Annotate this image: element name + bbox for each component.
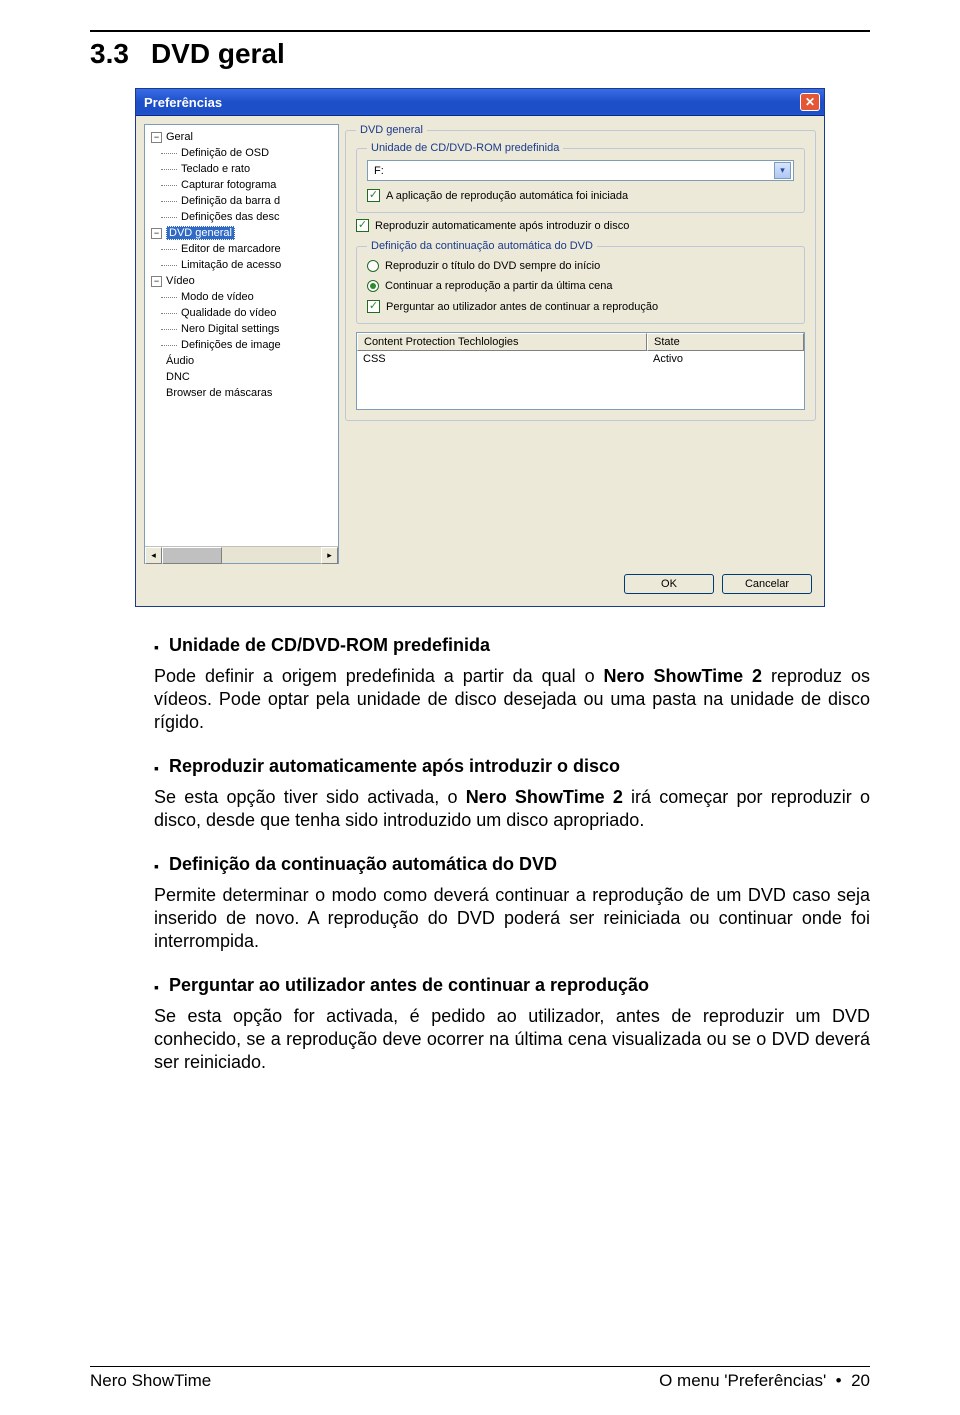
close-button[interactable]: ✕ [800,93,820,111]
drive-value: F: [374,165,384,177]
horizontal-scrollbar[interactable]: ◂ ▸ [145,546,338,563]
scroll-left-button[interactable]: ◂ [145,547,162,564]
group-default-drive: Unidade de CD/DVD-ROM predefinida F: ▾ ✓… [356,142,805,213]
tree-node-masks[interactable]: Browser de máscaras [147,385,336,401]
item-text: Se esta opção tiver sido activada, o Ner… [154,786,870,832]
cancel-button[interactable]: Cancelar [722,574,812,594]
tree-child[interactable]: Nero Digital settings [147,321,336,337]
checkbox-autoplay-app[interactable]: ✓ [367,189,380,202]
radio-from-start[interactable] [367,260,379,272]
group-legend: Definição da continuação automática do D… [367,240,597,252]
ok-button[interactable]: OK [624,574,714,594]
tree-child[interactable]: Definição de OSD [147,145,336,161]
item-text: Se esta opção for activada, é pedido ao … [154,1005,870,1074]
doc-item: ▪ Reproduzir automaticamente após introdu… [154,756,870,832]
table-row [357,367,804,409]
footer-right: O menu 'Preferências' • 20 [659,1371,870,1391]
checkbox-label: A aplicação de reprodução automática foi… [386,190,628,202]
bullet-icon: ▪ [154,756,159,780]
dialog-title: Preferências [144,95,222,110]
group-legend: DVD general [356,124,427,136]
table-cell: CSS [357,351,647,367]
page-footer: Nero ShowTime O menu 'Preferências' • 20 [90,1366,870,1391]
tree-child[interactable]: Qualidade do vídeo [147,305,336,321]
preferences-dialog: Preferências ✕ −Geral Definição de OSD T… [135,88,825,607]
table-row[interactable]: CSS Activo [357,351,804,367]
bullet-icon: ▪ [154,975,159,999]
table-header[interactable]: Content Protection Techlologies [357,333,647,351]
chevron-down-icon[interactable]: ▾ [774,162,791,179]
item-title: Definição da continuação automática do D… [169,854,557,875]
tree[interactable]: −Geral Definição de OSD Teclado e rato C… [145,125,338,546]
tree-node-audio[interactable]: Áudio [147,353,336,369]
tree-child[interactable]: Capturar fotograma [147,177,336,193]
tree-child[interactable]: Limitação de acesso [147,257,336,273]
tree-node-dvd-general[interactable]: −DVD general [147,225,336,241]
doc-item: ▪ Unidade de CD/DVD-ROM predefinida Pode … [154,635,870,734]
scroll-right-button[interactable]: ▸ [321,547,338,564]
collapse-icon[interactable]: − [151,132,162,143]
item-title: Perguntar ao utilizador antes de continu… [169,975,649,996]
collapse-icon[interactable]: − [151,228,162,239]
checkbox-autoplay-insert[interactable]: ✓ [356,219,369,232]
collapse-icon[interactable]: − [151,276,162,287]
section-heading: 3.3 DVD geral [90,38,870,70]
group-resume: Definição da continuação automática do D… [356,240,805,324]
tree-node-geral[interactable]: −Geral [147,129,336,145]
doc-item: ▪ Definição da continuação automática do … [154,854,870,953]
protection-table: Content Protection Techlologies State CS… [356,332,805,410]
tree-child[interactable]: Editor de marcadore [147,241,336,257]
group-legend: Unidade de CD/DVD-ROM predefinida [367,142,563,154]
tree-child[interactable]: Teclado e rato [147,161,336,177]
radio-label: Reproduzir o título do DVD sempre do iní… [385,260,600,272]
radio-label: Continuar a reprodução a partir da últim… [385,280,612,292]
footer-left: Nero ShowTime [90,1371,211,1391]
item-title: Reproduzir automaticamente após introduz… [169,756,620,777]
checkbox-label: Reproduzir automaticamente após introduz… [375,220,629,232]
tree-child[interactable]: Definições das desc [147,209,336,225]
checkbox-label: Perguntar ao utilizador antes de continu… [386,301,658,313]
table-header[interactable]: State [647,333,804,351]
drive-select[interactable]: F: ▾ [367,160,794,181]
tree-child[interactable]: Definição da barra d [147,193,336,209]
bullet-icon: ▪ [154,854,159,878]
tree-node-dnc[interactable]: DNC [147,369,336,385]
section-title: DVD geral [151,38,285,70]
checkbox-ask-user[interactable]: ✓ [367,300,380,313]
tree-node-video[interactable]: −Vídeo [147,273,336,289]
item-text: Permite determinar o modo como deverá co… [154,884,870,953]
section-number: 3.3 [90,38,129,70]
item-title: Unidade de CD/DVD-ROM predefinida [169,635,490,656]
doc-item: ▪ Perguntar ao utilizador antes de contin… [154,975,870,1074]
tree-child[interactable]: Definições de image [147,337,336,353]
scroll-track[interactable] [222,547,321,563]
titlebar: Preferências ✕ [136,89,824,116]
scroll-thumb[interactable] [162,547,222,564]
bullet-icon: ▪ [154,635,159,659]
radio-from-last[interactable] [367,280,379,292]
group-dvd-general: DVD general Unidade de CD/DVD-ROM predef… [345,124,816,421]
item-text: Pode definir a origem predefinida a part… [154,665,870,734]
tree-panel: −Geral Definição de OSD Teclado e rato C… [144,124,339,564]
table-cell: Activo [647,351,804,367]
tree-child[interactable]: Modo de vídeo [147,289,336,305]
